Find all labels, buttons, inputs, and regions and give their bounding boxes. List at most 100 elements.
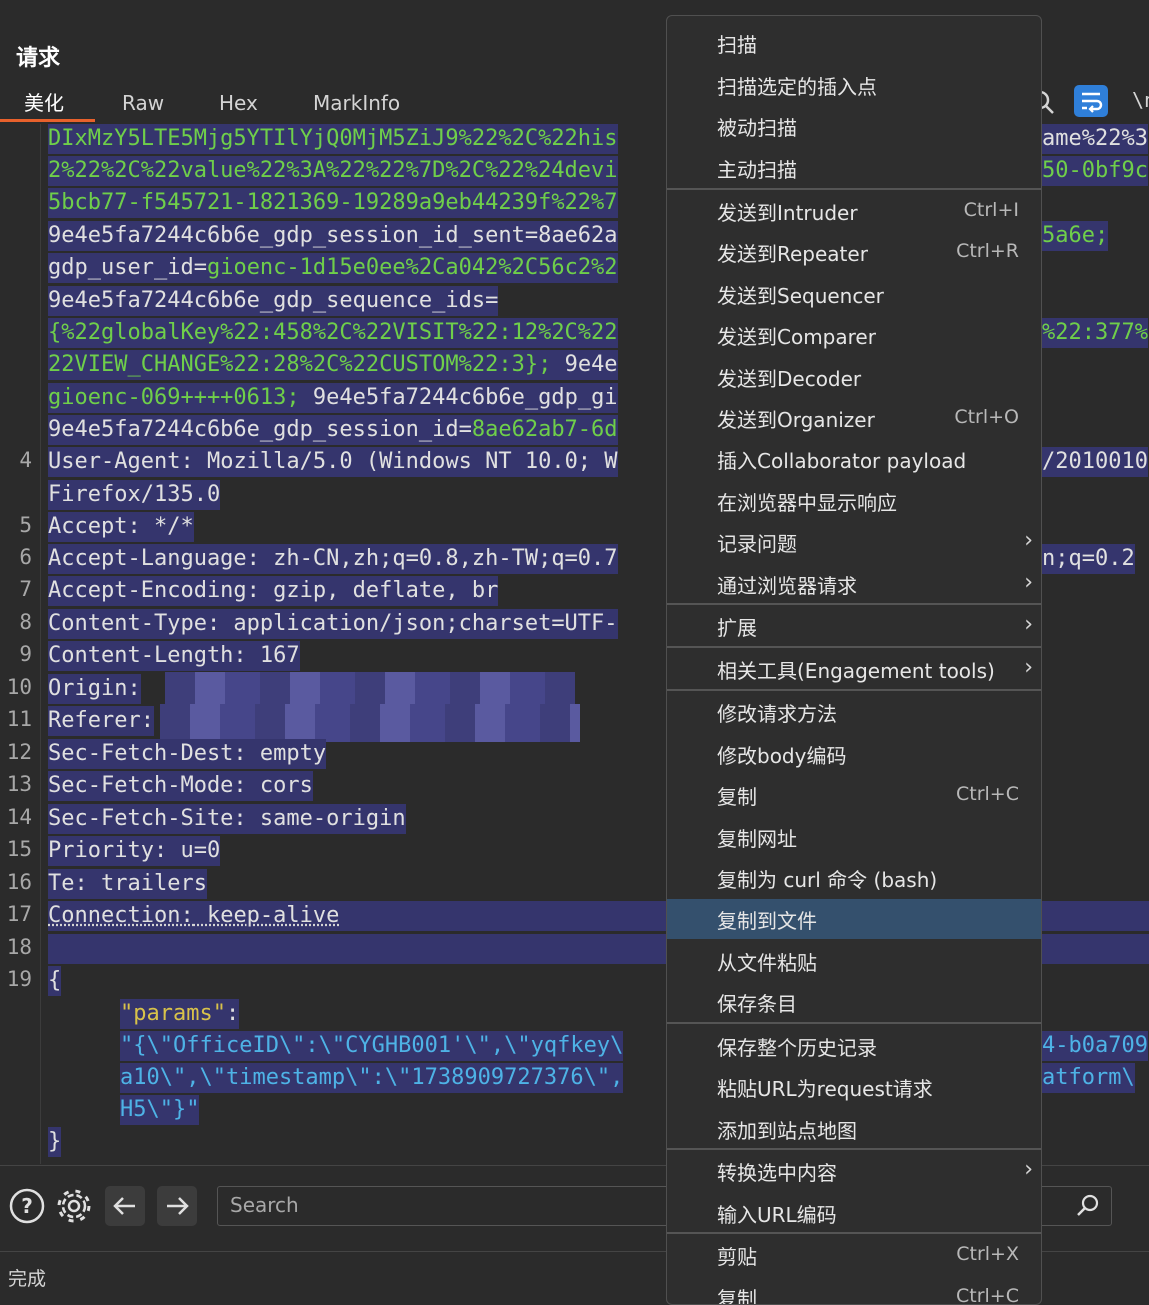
menu-item-label: 修改body编码 (717, 744, 847, 768)
menu-item-label: 复制 (717, 785, 757, 809)
newline-toggle-icon[interactable]: \n (1132, 88, 1149, 112)
code-line: {%22globalKey%22:458%2C%22VISIT%22:12%2C… (48, 318, 618, 348)
tab-raw[interactable]: Raw (122, 88, 164, 122)
menu-item-engagement-tools[interactable]: 相关工具(Engagement tools) › (667, 649, 1041, 689)
menu-item-copy-to-file[interactable]: 复制到文件 (667, 899, 1041, 939)
menu-item-active-scan[interactable]: 主动扫描 (667, 148, 1041, 188)
menu-item-add-to-site-map[interactable]: 添加到站点地图 (667, 1109, 1041, 1149)
header-priority: Priority: u=0 (48, 836, 221, 866)
header-value: application/json;charset=UTF- (220, 611, 618, 636)
menu-item-send-intruder[interactable]: 发送到Intruder Ctrl+I (667, 191, 1041, 231)
header-value: same-origin (246, 806, 406, 831)
menu-item-passive-scan[interactable]: 被动扫描 (667, 106, 1041, 146)
menu-item-label: 在浏览器中显示响应 (717, 491, 897, 515)
menu-item-send-organizer[interactable]: 发送到Organizer Ctrl+O (667, 398, 1041, 438)
search-submit-icon[interactable] (1074, 1192, 1102, 1220)
menu-item-insert-collaborator[interactable]: 插入Collaborator payload (667, 439, 1041, 479)
menu-item-label: 保存条目 (717, 992, 797, 1016)
menu-item-show-response-browser[interactable]: 在浏览器中显示响应 (667, 481, 1041, 521)
tab-markinfo[interactable]: MarkInfo (313, 88, 400, 122)
menu-shortcut: Ctrl+C (956, 783, 1019, 805)
line-number: 17 (6, 902, 32, 926)
chevron-right-icon: › (1024, 612, 1033, 637)
line-number: 5 (19, 513, 32, 537)
menu-shortcut: Ctrl+O (954, 406, 1019, 428)
chevron-right-icon: › (1024, 570, 1033, 595)
json-open-brace: { (48, 966, 62, 996)
menu-item-send-repeater[interactable]: 发送到Repeater Ctrl+R (667, 232, 1041, 272)
header-referer: Referer: (48, 706, 154, 736)
menu-item-save-item[interactable]: 保存条目 (667, 982, 1041, 1022)
header-value: */* (140, 514, 194, 539)
menu-shortcut: Ctrl+R (956, 240, 1019, 262)
menu-item-label: 相关工具(Engagement tools) (717, 659, 995, 683)
code-fragment: n;q=0.2 (1042, 544, 1135, 574)
menu-item-convert-selection[interactable]: 转换选中内容 › (667, 1151, 1041, 1191)
tab-hex[interactable]: Hex (219, 88, 258, 122)
menu-item-label: 添加到站点地图 (717, 1119, 857, 1143)
gutter-divider (40, 124, 41, 1164)
header-value: gzip, deflate, br (259, 578, 499, 603)
menu-item-change-body-encoding[interactable]: 修改body编码 (667, 734, 1041, 774)
menu-item-save-history[interactable]: 保存整个历史记录 (667, 1026, 1041, 1066)
menu-item-scan-insertion-point[interactable]: 扫描选定的插入点 (667, 65, 1041, 105)
code-fragment: atform\ (1042, 1063, 1135, 1093)
menu-item-label: 记录问题 (717, 532, 797, 556)
word-wrap-icon[interactable] (1074, 85, 1108, 117)
active-tab-indicator (0, 119, 95, 122)
menu-item-report-issue[interactable]: 记录问题 › (667, 522, 1041, 562)
svg-text:?: ? (21, 1194, 33, 1218)
line-number: 13 (6, 772, 32, 796)
header-name: Referer: (48, 708, 154, 733)
header-name: Sec-Fetch-Dest: (48, 741, 247, 766)
menu-separator (667, 603, 1041, 605)
code-fragment: 5a6e; (1042, 221, 1109, 251)
menu-item-send-decoder[interactable]: 发送到Decoder (667, 357, 1041, 397)
help-icon[interactable]: ? (7, 1186, 47, 1226)
menu-item-label: 复制网址 (717, 827, 797, 851)
menu-item-send-comparer[interactable]: 发送到Comparer (667, 315, 1041, 355)
menu-item-extensions[interactable]: 扩展 › (667, 606, 1041, 646)
menu-item-scan[interactable]: 扫描 (667, 23, 1041, 63)
cookie-name: 9e4e (551, 352, 618, 377)
header-name: Priority: (48, 838, 168, 863)
menu-item-paste-url-as-request[interactable]: 粘贴URL为request请求 (667, 1067, 1041, 1107)
tab-pretty[interactable]: 美化 (24, 88, 64, 122)
header-sec-fetch-site: Sec-Fetch-Site: same-origin (48, 804, 406, 834)
menu-item-paste-from-file[interactable]: 从文件粘贴 (667, 941, 1041, 981)
menu-item-copy-as-curl[interactable]: 复制为 curl 命令 (bash) (667, 858, 1041, 898)
redacted-referer (160, 704, 580, 742)
code-line: gioenc-069++++0613; 9e4e5fa7244c6b6e_gdp… (48, 383, 618, 413)
header-name: Content-Length: (48, 643, 247, 668)
code-line: 9e4e5fa7244c6b6e_gdp_session_id_sent=8ae… (48, 221, 618, 251)
line-number: 7 (19, 577, 32, 601)
line-number: 19 (6, 967, 32, 991)
menu-item-label: 扫描 (717, 33, 757, 57)
header-value: u=0 (167, 838, 221, 863)
next-arrow-button[interactable] (157, 1186, 197, 1226)
previous-arrow-button[interactable] (105, 1186, 145, 1226)
header-content-type: Content-Type: application/json;charset=U… (48, 609, 618, 639)
menu-item-copy-2[interactable]: 复制 Ctrl+C (667, 1277, 1041, 1305)
search-icon[interactable] (1042, 88, 1056, 116)
chevron-right-icon: › (1024, 655, 1033, 680)
menu-item-copy-url[interactable]: 复制网址 (667, 817, 1041, 857)
json-value-line: "{\"OfficeID\":\"CYGHB001'\",\"yqfkey\ (120, 1031, 624, 1061)
line-number: 6 (19, 545, 32, 569)
line-number: 11 (6, 707, 32, 731)
menu-item-copy[interactable]: 复制 Ctrl+C (667, 775, 1041, 815)
code-line: 9e4e5fa7244c6b6e_gdp_sequence_ids= (48, 286, 499, 316)
settings-gear-icon[interactable] (54, 1186, 94, 1226)
line-number: 12 (6, 740, 32, 764)
menu-item-label: 复制 (717, 1287, 757, 1305)
menu-item-cut[interactable]: 剪贴 Ctrl+X (667, 1235, 1041, 1275)
header-name: Content-Type: (48, 611, 221, 636)
header-name: Connection: (48, 903, 194, 928)
line-number: 16 (6, 870, 32, 894)
menu-item-change-request-method[interactable]: 修改请求方法 (667, 692, 1041, 732)
menu-item-send-sequencer[interactable]: 发送到Sequencer (667, 274, 1041, 314)
menu-item-label: 发送到Organizer (717, 408, 875, 432)
menu-item-url-encode-as-you-type[interactable]: 输入URL编码 (667, 1193, 1041, 1233)
menu-item-request-in-browser[interactable]: 通过浏览器请求 › (667, 564, 1041, 604)
menu-item-label: 插入Collaborator payload (717, 449, 967, 473)
